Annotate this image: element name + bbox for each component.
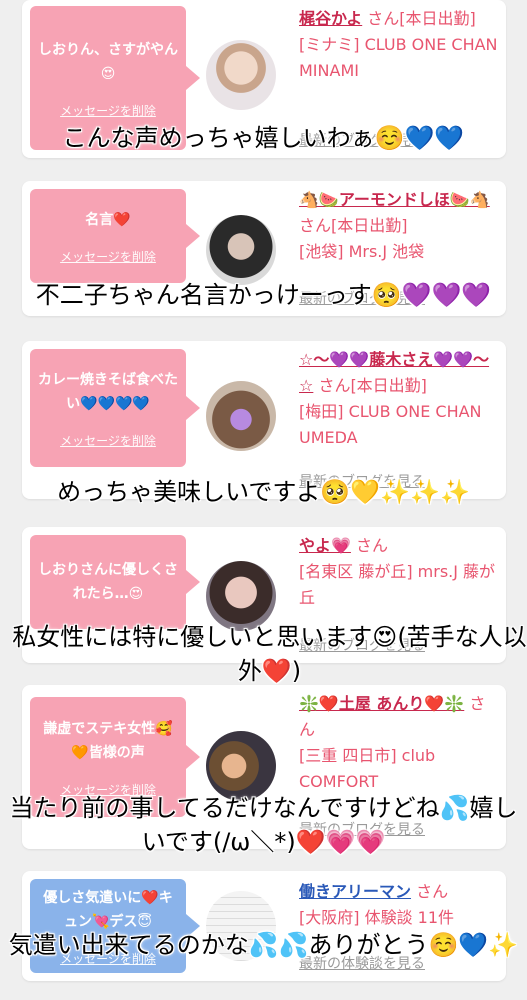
store-link[interactable]: [ミナミ] CLUB ONE CHAN MINAMI <box>299 35 498 80</box>
caption-overlay: 私女性には特に優しいと思います😍(苦手な人以外❤️) <box>12 623 527 685</box>
delete-message-link[interactable]: メッセージを削除 <box>60 432 156 449</box>
store-link[interactable]: [池袋] Mrs.J 池袋 <box>299 242 424 261</box>
caption-overlay: こんな声めっちゃ嬉しいわぁ☺️💙💙 <box>62 124 465 152</box>
store-link[interactable]: [名東区 藤が丘] mrs.J 藤が丘 <box>299 562 495 607</box>
store-link[interactable]: [大阪府] 体験談 11件 <box>299 908 454 927</box>
user-status: さん <box>416 882 449 901</box>
user-name-link[interactable]: やよ💗 <box>299 536 351 555</box>
avatar[interactable] <box>206 215 276 285</box>
avatar[interactable] <box>206 40 276 110</box>
message-text: しおりん、さすがやん😍 <box>38 41 178 82</box>
message-card: 優しさ気遣いに❤️キュン💘デス😇 メッセージを削除 働きアリーマン さん [大阪… <box>22 871 506 981</box>
user-name-link[interactable]: 🐴🍉アーモンドしほ🍉🐴 <box>299 190 490 209</box>
message-text: 名言❤️ <box>85 211 131 228</box>
user-name-link[interactable]: ❇️❤️土屋 あんり❤️❇️ <box>299 694 464 713</box>
message-bubble: カレー焼きそば食べたい💙💙💙💙 メッセージを削除 <box>30 349 186 467</box>
message-bubble: しおりさんに優しくされたら…😍 <box>30 535 186 629</box>
delete-message-link[interactable]: メッセージを削除 <box>60 248 156 265</box>
user-name-link[interactable]: 働きアリーマン <box>299 882 411 901</box>
store-link[interactable]: [梅田] CLUB ONE CHAN UMEDA <box>299 402 482 447</box>
caption-overlay: 不二子ちゃん名言かっけーっす🥺💜💜💜 <box>35 281 492 309</box>
message-bubble: 名言❤️ メッセージを削除 <box>30 189 186 283</box>
delete-message-link[interactable]: メッセージを削除 <box>60 102 156 119</box>
caption-overlay: 気遣い出来てるのかな💦💦ありがとう☺️💙✨ <box>8 931 519 959</box>
message-text: しおりさんに優しくされたら…😍 <box>38 562 178 602</box>
message-text: 謙虚でステキ女性🥰🧡皆様の声 <box>43 720 173 761</box>
user-status: さん[本日出勤] <box>299 216 408 235</box>
message-text: カレー焼きそば食べたい💙💙💙💙 <box>38 371 178 412</box>
caption-overlay: 当たり前の事してるだけなんですけどね💦嬉しいです(/ω＼*)❤️💗💗 <box>9 794 518 856</box>
user-name-link[interactable]: 梶谷かよ <box>299 9 362 28</box>
caption-overlay: めっちゃ美味しいですよ🥺💛✨✨✨ <box>57 478 470 506</box>
store-link[interactable]: [三重 四日市] club COMFORT <box>299 746 435 791</box>
user-status: さん[本日出勤] <box>367 9 476 28</box>
user-status: さん[本日出勤] <box>318 376 427 395</box>
user-status: さん <box>356 536 389 555</box>
message-text: 優しさ気遣いに❤️キュン💘デス😇 <box>43 889 173 930</box>
avatar[interactable] <box>206 381 276 451</box>
